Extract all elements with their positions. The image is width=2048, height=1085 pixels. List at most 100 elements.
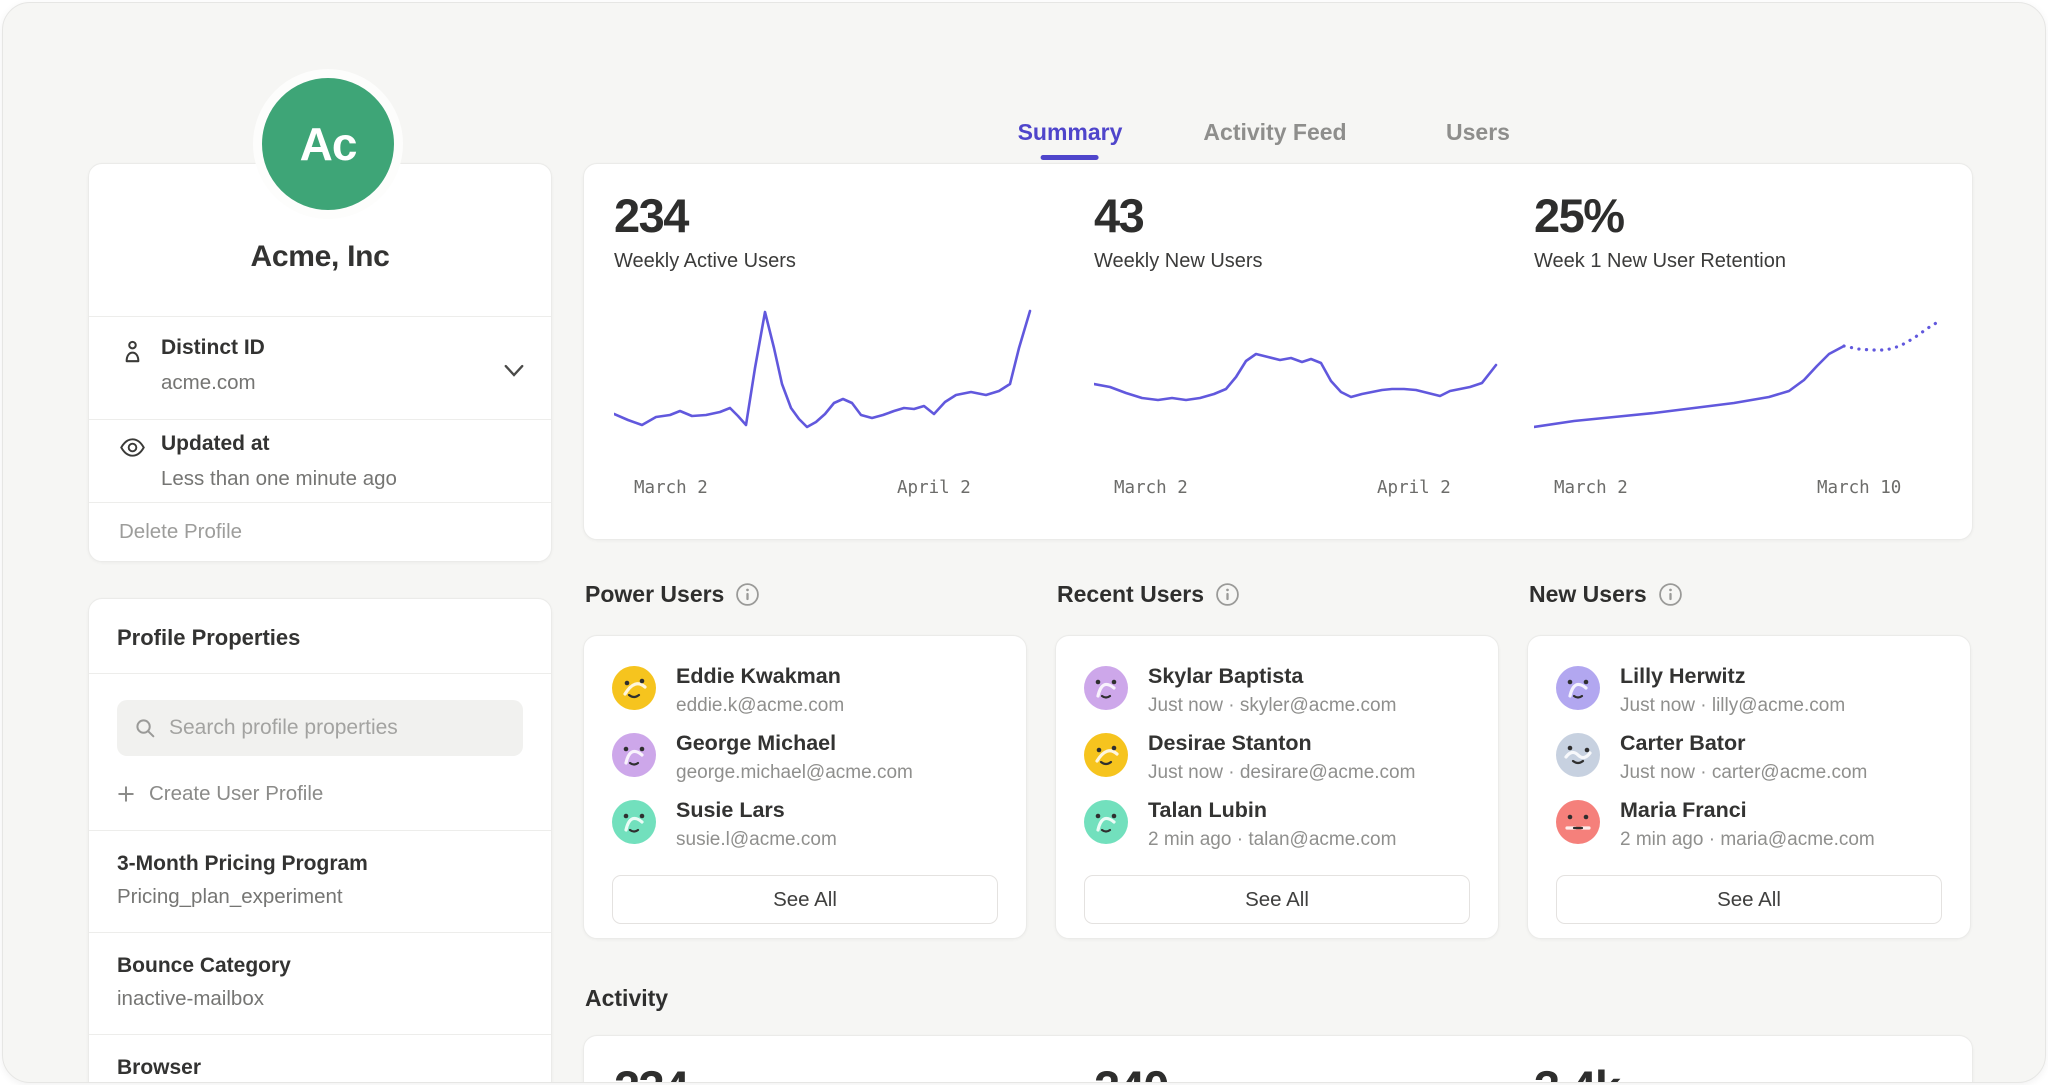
company-name: Acme, Inc <box>89 240 551 274</box>
updated-at-label: Updated at <box>161 432 521 456</box>
user-name: Eddie Kwakman <box>676 664 841 689</box>
power-users-title: Power Users <box>585 581 724 608</box>
company-avatar: Ac <box>253 69 403 219</box>
stat-value: 43 <box>1094 188 1143 243</box>
user-avatar <box>612 800 656 844</box>
tab-activity-feed-label: Activity Feed <box>1203 119 1346 145</box>
divider <box>89 419 551 420</box>
info-icon[interactable] <box>1215 582 1240 607</box>
weekly-new-users-sparkline <box>1094 296 1524 464</box>
tab-summary[interactable]: Summary <box>1018 119 1123 160</box>
user-avatar <box>1084 800 1128 844</box>
see-all-button[interactable]: See All <box>1084 875 1470 924</box>
tab-activity-feed[interactable]: Activity Feed <box>1203 119 1346 146</box>
user-name: George Michael <box>676 731 836 756</box>
property-label: Bounce Category <box>117 954 523 978</box>
stat-value: 3.4k <box>1534 1060 1619 1083</box>
company-avatar-initials: Ac <box>300 117 357 171</box>
tab-users[interactable]: Users <box>1446 119 1510 146</box>
activity-stat: 240 <box>1094 1036 1524 1083</box>
profile-properties-title: Profile Properties <box>89 599 551 673</box>
user-row[interactable]: Carter Bator Just now · carter@acme.com <box>1556 731 1950 789</box>
property-label: 3-Month Pricing Program <box>117 852 523 876</box>
chevron-down-icon[interactable] <box>503 364 525 378</box>
recent-users-header: Recent Users <box>1057 581 1240 608</box>
recent-users-card: Skylar Baptista Just now · skyler@acme.c… <box>1055 635 1499 939</box>
main-content: Summary Activity Feed Users 234 Weekly A… <box>583 3 1971 1083</box>
user-row[interactable]: Talan Lubin 2 min ago · talan@acme.com <box>1084 798 1478 856</box>
create-user-profile-label: Create User Profile <box>149 782 323 806</box>
power-users-card: Eddie Kwakman eddie.k@acme.com George Mi… <box>583 635 1027 939</box>
updated-at-value: Less than one minute ago <box>161 467 521 491</box>
delete-profile-button[interactable]: Delete Profile <box>119 520 242 544</box>
divider <box>89 316 551 317</box>
property-row[interactable]: Bounce Category inactive-mailbox <box>89 933 551 1034</box>
user-row[interactable]: Desirae Stanton Just now · desirare@acme… <box>1084 731 1478 789</box>
user-row[interactable]: Lilly Herwitz Just now · lilly@acme.com <box>1556 664 1950 722</box>
user-avatar <box>1556 800 1600 844</box>
x-axis-end-label: March 10 <box>1817 478 1901 498</box>
stat-value: 240 <box>1094 1060 1168 1083</box>
info-icon[interactable] <box>735 582 760 607</box>
user-row[interactable]: Maria Franci 2 min ago · maria@acme.com <box>1556 798 1950 856</box>
plus-icon <box>117 785 135 803</box>
app-frame: Ac Acme, Inc Distinct ID acme.com Update… <box>2 2 2046 1083</box>
user-avatar <box>1556 733 1600 777</box>
user-detail: george.michael@acme.com <box>676 762 913 784</box>
stat-value: 25% <box>1534 188 1624 243</box>
search-box <box>117 700 523 756</box>
x-axis-start-label: March 2 <box>1114 478 1188 498</box>
stat-weekly-active-users: 234 Weekly Active Users March 2 April 2 <box>614 164 1044 539</box>
user-avatar <box>1556 666 1600 710</box>
user-row[interactable]: George Michael george.michael@acme.com <box>612 731 1006 789</box>
person-icon <box>119 338 146 365</box>
user-avatar <box>1084 666 1128 710</box>
activity-stat: 234 <box>614 1036 1044 1083</box>
user-detail: 2 min ago · maria@acme.com <box>1620 829 1875 851</box>
property-value: inactive-mailbox <box>117 987 523 1011</box>
property-row[interactable]: Browser Chrome <box>89 1035 551 1083</box>
retention-sparkline <box>1534 296 1964 464</box>
weekly-active-users-sparkline <box>614 296 1044 464</box>
search-input[interactable] <box>117 715 523 741</box>
x-axis-end-label: April 2 <box>897 478 971 498</box>
user-name: Desirae Stanton <box>1148 731 1312 756</box>
summary-card: 234 Weekly Active Users March 2 April 2 … <box>583 163 1973 540</box>
user-name: Maria Franci <box>1620 798 1747 823</box>
user-row[interactable]: Susie Lars susie.l@acme.com <box>612 798 1006 856</box>
new-users-card: Lilly Herwitz Just now · lilly@acme.com … <box>1527 635 1971 939</box>
search-icon <box>134 717 156 739</box>
stat-value: 234 <box>614 1060 688 1083</box>
user-row[interactable]: Eddie Kwakman eddie.k@acme.com <box>612 664 1006 722</box>
user-name: Talan Lubin <box>1148 798 1267 823</box>
x-axis-start-label: March 2 <box>1554 478 1628 498</box>
user-avatar <box>612 733 656 777</box>
stat-label: Week 1 New User Retention <box>1534 250 1786 273</box>
user-detail: Just now · skyler@acme.com <box>1148 695 1396 717</box>
stat-weekly-new-users: 43 Weekly New Users March 2 April 2 <box>1094 164 1524 539</box>
divider <box>89 502 551 503</box>
see-all-button[interactable]: See All <box>612 875 998 924</box>
user-name: Susie Lars <box>676 798 785 823</box>
profile-properties-card: Profile Properties Create User Profile 3… <box>88 598 552 1083</box>
x-axis-end-label: April 2 <box>1377 478 1451 498</box>
tab-users-label: Users <box>1446 119 1510 145</box>
user-name: Skylar Baptista <box>1148 664 1303 689</box>
new-users-title: New Users <box>1529 581 1647 608</box>
user-name: Lilly Herwitz <box>1620 664 1745 689</box>
distinct-id-row[interactable]: Distinct ID acme.com <box>89 336 551 395</box>
user-detail: 2 min ago · talan@acme.com <box>1148 829 1396 851</box>
user-avatar <box>612 666 656 710</box>
divider <box>89 673 551 674</box>
stat-value: 234 <box>614 188 688 243</box>
activity-card: 234 240 3.4k <box>583 1035 1973 1083</box>
user-detail: Just now · carter@acme.com <box>1620 762 1867 784</box>
user-detail: eddie.k@acme.com <box>676 695 844 717</box>
power-users-header: Power Users <box>585 581 760 608</box>
property-row[interactable]: 3-Month Pricing Program Pricing_plan_exp… <box>89 831 551 932</box>
info-icon[interactable] <box>1658 582 1683 607</box>
user-row[interactable]: Skylar Baptista Just now · skyler@acme.c… <box>1084 664 1478 722</box>
see-all-button[interactable]: See All <box>1556 875 1942 924</box>
user-detail: susie.l@acme.com <box>676 829 837 851</box>
create-user-profile-button[interactable]: Create User Profile <box>117 782 523 806</box>
